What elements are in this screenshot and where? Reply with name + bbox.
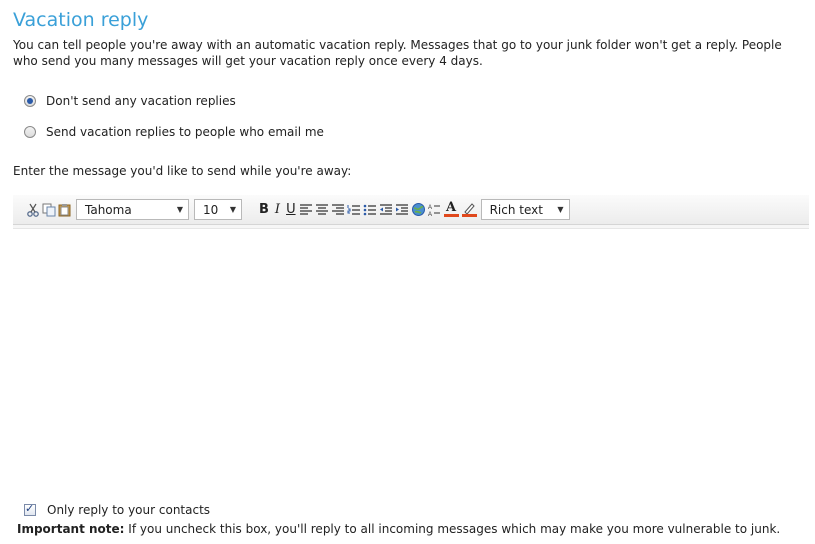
important-note-heading: Important note: bbox=[17, 522, 125, 536]
no-replies-label[interactable]: Don't send any vacation replies bbox=[46, 94, 236, 108]
send-replies-radio[interactable] bbox=[24, 126, 36, 138]
contacts-only-label[interactable]: Only reply to your contacts bbox=[47, 503, 210, 517]
align-right-icon[interactable] bbox=[331, 202, 346, 218]
outdent-icon[interactable] bbox=[379, 202, 394, 218]
copy-icon[interactable] bbox=[41, 202, 56, 218]
align-center-icon[interactable] bbox=[315, 202, 330, 218]
editor-toolbar: Tahoma ▼ 10 ▼ B I U A A A Rich text ▼ bbox=[13, 195, 809, 225]
highlight-icon[interactable] bbox=[461, 202, 478, 218]
indent-icon[interactable] bbox=[395, 202, 410, 218]
send-replies-label[interactable]: Send vacation replies to people who emai… bbox=[46, 125, 324, 139]
chevron-down-icon: ▼ bbox=[176, 205, 183, 214]
italic-button[interactable]: I bbox=[275, 202, 280, 217]
message-editor: Tahoma ▼ 10 ▼ B I U A A A Rich text ▼ bbox=[13, 195, 809, 493]
font-family-select[interactable]: Tahoma ▼ bbox=[76, 199, 189, 220]
contacts-only-option[interactable]: Only reply to your contacts bbox=[24, 502, 210, 517]
editor-mode-value: Rich text bbox=[489, 202, 543, 217]
chevron-down-icon: ▼ bbox=[557, 205, 564, 214]
svg-text:A: A bbox=[428, 205, 432, 211]
option-send-replies[interactable]: Send vacation replies to people who emai… bbox=[24, 125, 324, 139]
cut-icon[interactable] bbox=[25, 202, 40, 218]
chevron-down-icon: ▼ bbox=[229, 205, 236, 214]
contacts-only-checkbox[interactable] bbox=[24, 502, 36, 516]
paste-icon[interactable] bbox=[57, 202, 72, 218]
important-note-text: If you uncheck this box, you'll reply to… bbox=[124, 522, 781, 536]
svg-text:A: A bbox=[428, 212, 432, 217]
bulleted-list-icon[interactable] bbox=[363, 202, 378, 218]
no-replies-radio[interactable] bbox=[24, 95, 36, 107]
important-note: Important note: If you uncheck this box,… bbox=[17, 522, 780, 536]
spell-check-icon[interactable]: AA bbox=[427, 202, 442, 218]
editor-mode-select[interactable]: Rich text ▼ bbox=[480, 199, 570, 220]
numbered-list-icon[interactable] bbox=[347, 202, 362, 218]
bold-button[interactable]: B bbox=[259, 202, 269, 217]
option-no-replies[interactable]: Don't send any vacation replies bbox=[24, 94, 236, 108]
insert-link-icon[interactable] bbox=[411, 202, 426, 218]
underline-button[interactable]: U bbox=[286, 202, 296, 217]
font-size-value: 10 bbox=[203, 202, 219, 217]
font-size-select[interactable]: 10 ▼ bbox=[194, 199, 242, 220]
message-body-input[interactable] bbox=[13, 228, 809, 493]
page-title: Vacation reply bbox=[13, 9, 149, 31]
font-color-label: A bbox=[446, 200, 457, 215]
description-text: You can tell people you're away with an … bbox=[13, 38, 782, 68]
font-family-value: Tahoma bbox=[85, 202, 132, 217]
font-color-icon[interactable]: A bbox=[443, 200, 460, 218]
align-left-icon[interactable] bbox=[299, 202, 314, 218]
message-prompt: Enter the message you'd like to send whi… bbox=[13, 164, 352, 178]
